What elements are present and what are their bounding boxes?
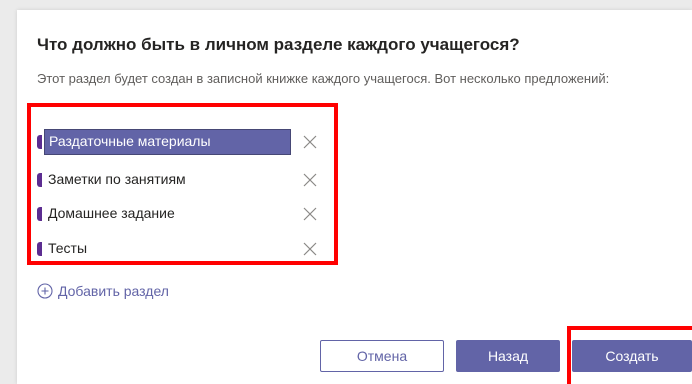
section-name-field[interactable]: Домашнее задание: [44, 201, 291, 227]
add-section-button[interactable]: Добавить раздел: [37, 280, 169, 302]
section-color-marker: [37, 135, 42, 149]
section-row-handouts[interactable]: Раздаточные материалы: [37, 127, 322, 157]
page: Что должно быть в личном разделе каждого…: [0, 0, 692, 384]
section-row-homework[interactable]: Домашнее задание: [37, 199, 322, 229]
close-icon[interactable]: [301, 240, 319, 258]
close-icon[interactable]: [301, 133, 319, 151]
plus-circle-icon: [37, 283, 53, 299]
close-icon[interactable]: [301, 205, 319, 223]
section-name-field[interactable]: Раздаточные материалы: [44, 129, 291, 155]
section-label: Заметки по занятиям: [48, 171, 186, 187]
section-label: Домашнее задание: [48, 205, 175, 221]
create-highlight-box: [567, 326, 692, 384]
section-label: Тесты: [48, 240, 88, 256]
cancel-button-label: Отмена: [356, 348, 408, 364]
dialog-description: Этот раздел будет создан в записной книж…: [37, 71, 610, 86]
back-button-label: Назад: [487, 348, 529, 364]
section-name-field[interactable]: Тесты: [44, 236, 291, 262]
section-label: Раздаточные материалы: [49, 133, 211, 149]
close-icon[interactable]: [301, 171, 319, 189]
section-row-class-notes[interactable]: Заметки по занятиям: [37, 165, 322, 195]
back-button[interactable]: Назад: [456, 340, 560, 372]
section-row-quizzes[interactable]: Тесты: [37, 234, 322, 264]
section-color-marker: [37, 207, 42, 221]
section-color-marker: [37, 173, 42, 187]
add-section-label: Добавить раздел: [58, 283, 169, 299]
section-name-field[interactable]: Заметки по занятиям: [44, 167, 291, 193]
cancel-button[interactable]: Отмена: [320, 340, 444, 372]
dialog-title: Что должно быть в личном разделе каждого…: [37, 35, 520, 54]
section-color-marker: [37, 242, 42, 256]
